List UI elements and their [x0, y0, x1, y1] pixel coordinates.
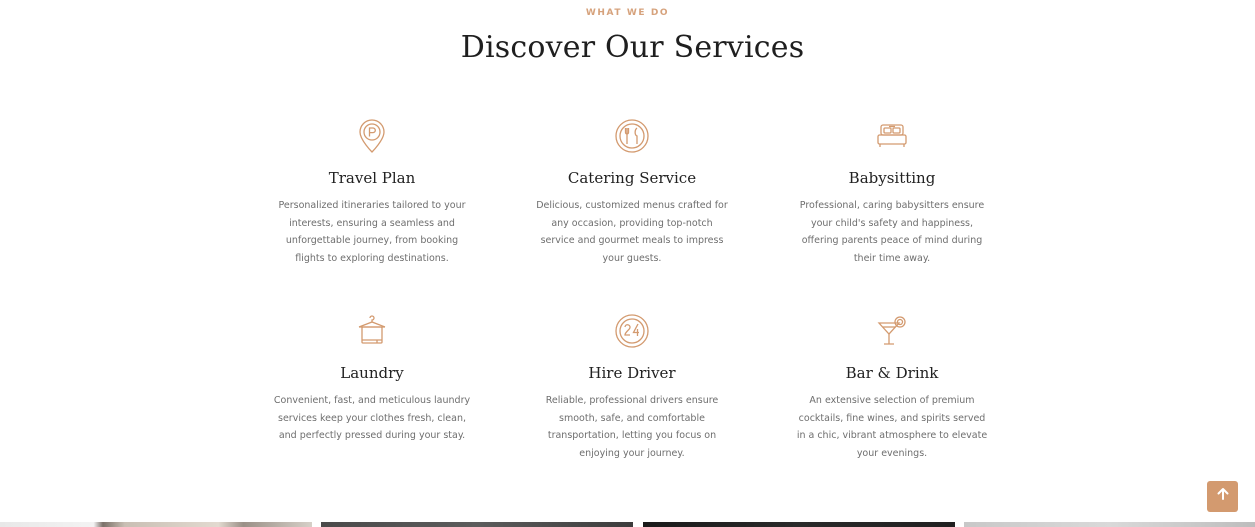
- service-card-hire-driver: Hire Driver Reliable, professional drive…: [533, 312, 731, 472]
- bed-icon: [873, 117, 911, 155]
- service-title: Bar & Drink: [845, 364, 939, 382]
- service-title: Hire Driver: [588, 364, 676, 382]
- cocktail-glass-icon: [873, 312, 911, 350]
- service-description: Convenient, fast, and meticulous laundry…: [273, 395, 471, 441]
- fork-knife-plate-icon: [613, 117, 651, 155]
- service-title: Catering Service: [567, 169, 697, 187]
- service-description: Delicious, customized menus crafted for …: [536, 200, 728, 264]
- service-title: Laundry: [340, 364, 404, 382]
- map-pin-parking-icon: [353, 117, 391, 155]
- service-description: Reliable, professional drivers ensure sm…: [545, 395, 719, 459]
- service-card-catering: Catering Service Delicious, customized m…: [533, 117, 731, 277]
- clock-24-icon: [613, 312, 651, 350]
- section-eyebrow: WHAT WE DO: [585, 8, 670, 18]
- gallery-strip: [0, 522, 1255, 527]
- laundry-basket-icon: [353, 312, 391, 350]
- gallery-thumb[interactable]: [964, 522, 1255, 527]
- service-card-bar-drink: Bar & Drink An extensive selection of pr…: [793, 312, 991, 472]
- gallery-thumb[interactable]: [0, 522, 312, 527]
- service-card-travel-plan: Travel Plan Personalized itineraries tai…: [273, 117, 471, 277]
- service-title: Babysitting: [848, 169, 936, 187]
- service-description: Professional, caring babysitters ensure …: [799, 200, 985, 264]
- arrow-up-icon: [1216, 487, 1230, 506]
- service-card-babysitting: Babysitting Professional, caring babysit…: [793, 117, 991, 277]
- service-card-laundry: Laundry Convenient, fast, and meticulous…: [273, 312, 471, 472]
- service-description: An extensive selection of premium cockta…: [796, 395, 988, 459]
- section-title: Discover Our Services: [460, 30, 805, 65]
- service-title: Travel Plan: [328, 169, 416, 187]
- back-to-top-button[interactable]: [1207, 481, 1238, 512]
- gallery-thumb[interactable]: [643, 522, 955, 527]
- gallery-thumb[interactable]: [321, 522, 633, 527]
- service-description: Personalized itineraries tailored to you…: [278, 200, 466, 264]
